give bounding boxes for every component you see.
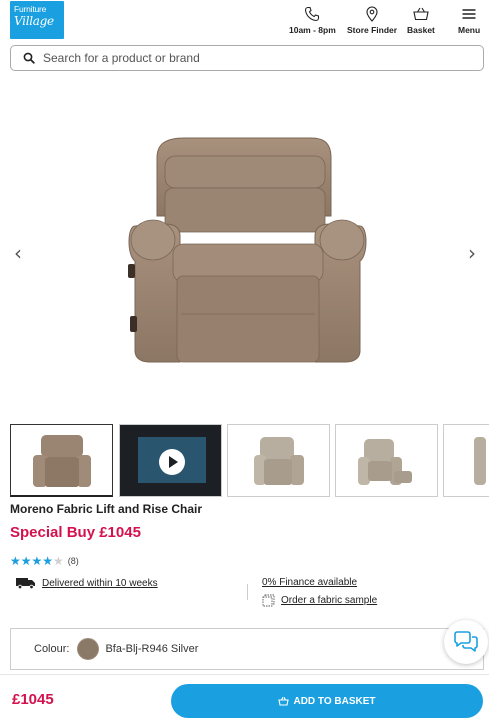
fabric-sample-link[interactable]: Order a fabric sample <box>262 594 377 607</box>
thumbnail-image <box>358 439 412 485</box>
chat-button[interactable] <box>444 620 488 664</box>
product-gallery: ‹ › <box>0 96 489 416</box>
product-title: Moreno Fabric Lift and Rise Chair <box>10 502 203 516</box>
delivery-truck-icon <box>16 578 35 589</box>
search-bar[interactable] <box>10 45 484 71</box>
product-price: £1045 <box>99 524 141 541</box>
colour-swatch[interactable] <box>77 638 100 660</box>
site-header: Furniture Village 10am - 8pm Store Finde… <box>0 0 489 44</box>
product-perks: Delivered within 10 weeks 0% Finance ava… <box>0 576 489 612</box>
thumbnail-video[interactable] <box>119 424 222 497</box>
map-pin-icon <box>366 6 378 22</box>
fabric-sample-text: Order a fabric sample <box>281 595 378 606</box>
price-label: Special Buy <box>10 524 96 541</box>
menu-label: Menu <box>458 25 481 35</box>
colour-label: Colour: <box>34 643 70 655</box>
thumbnail-1[interactable] <box>10 424 113 497</box>
play-icon[interactable] <box>159 449 185 475</box>
rating-stars: ★★★★★ ★★★★★ <box>10 554 64 568</box>
finance-text: 0% Finance available <box>262 577 358 588</box>
hamburger-icon <box>462 9 476 19</box>
thumbnail-image <box>254 437 304 485</box>
opening-hours-link[interactable]: 10am - 8pm <box>289 6 336 35</box>
colour-selector[interactable]: Colour: Bfa-Blj-R946 Silver <box>10 628 484 670</box>
search-input[interactable] <box>43 51 443 65</box>
menu-button[interactable]: Menu <box>458 6 480 35</box>
finance-link[interactable]: 0% Finance available <box>262 577 357 588</box>
add-to-basket-label: ADD TO BASKET <box>293 695 376 707</box>
opening-hours-label: 10am - 8pm <box>289 25 336 35</box>
delivery-link[interactable]: Delivered within 10 weeks <box>16 577 158 589</box>
price-row: Special Buy £1045 <box>10 524 141 541</box>
logo-line-2: Village <box>14 14 54 28</box>
thumbnail-3[interactable] <box>227 424 330 497</box>
chat-bubbles-icon <box>454 631 478 652</box>
add-to-basket-button[interactable]: ADD TO BASKET <box>171 684 483 718</box>
gallery-prev-arrow[interactable]: ‹ <box>14 241 22 265</box>
furniture-village-logo[interactable]: Furniture Village <box>10 1 64 39</box>
product-rating[interactable]: ★★★★★ ★★★★★ (8) <box>10 554 79 568</box>
review-count[interactable]: (8) <box>68 556 79 566</box>
star-icons-filled: ★★★★★ <box>10 554 54 568</box>
basket-icon <box>278 696 290 706</box>
store-finder-label: Store Finder <box>347 25 398 35</box>
product-main-image[interactable] <box>125 136 370 368</box>
store-finder-link[interactable]: Store Finder <box>347 6 397 35</box>
gallery-next-arrow[interactable]: › <box>468 241 476 265</box>
basket-icon <box>413 7 429 21</box>
perks-divider <box>247 584 248 600</box>
delivery-text: Delivered within 10 weeks <box>42 577 158 589</box>
sticky-price: £1045 <box>12 691 54 708</box>
basket-label: Basket <box>407 25 435 35</box>
phone-icon <box>305 6 320 22</box>
logo-line-1: Furniture <box>14 4 47 14</box>
fabric-swatch-icon <box>262 594 275 607</box>
thumbnail-5[interactable] <box>443 424 489 497</box>
thumbnail-strip <box>10 424 489 498</box>
thumbnail-image <box>33 435 91 487</box>
sticky-buy-bar: £1045 ADD TO BASKET <box>0 674 489 727</box>
basket-link[interactable]: Basket <box>407 6 435 35</box>
search-icon <box>23 52 35 64</box>
thumbnail-image <box>474 437 486 485</box>
thumbnail-4[interactable] <box>335 424 438 497</box>
colour-value: Bfa-Blj-R946 Silver <box>105 643 199 655</box>
